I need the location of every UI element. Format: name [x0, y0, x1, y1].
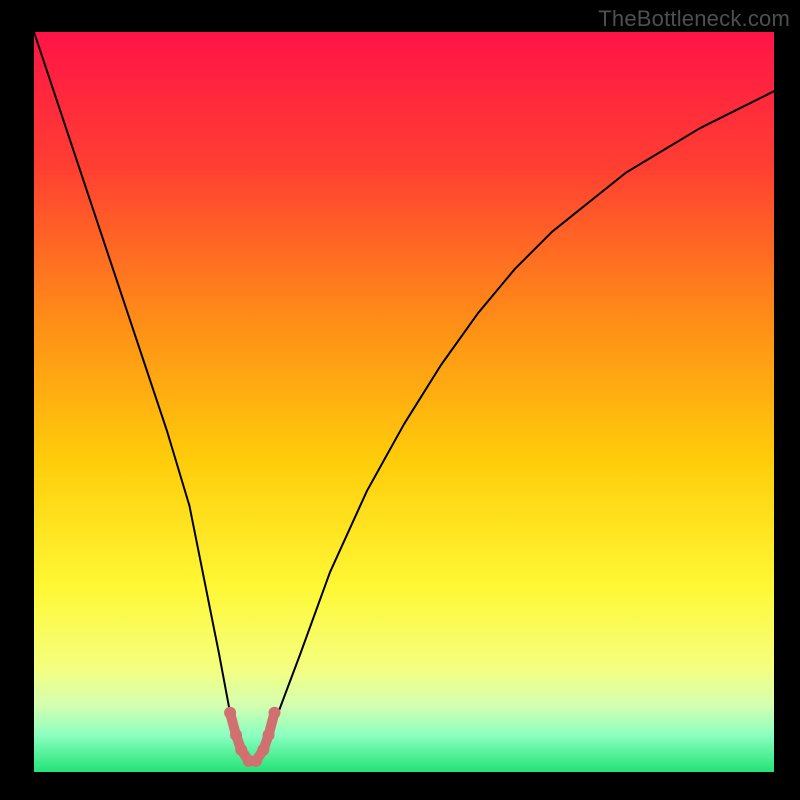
chart-frame: TheBottleneck.com — [0, 0, 800, 800]
bottleneck-chart — [0, 0, 800, 800]
plot-background — [34, 32, 774, 772]
watermark-text: TheBottleneck.com — [598, 6, 790, 32]
